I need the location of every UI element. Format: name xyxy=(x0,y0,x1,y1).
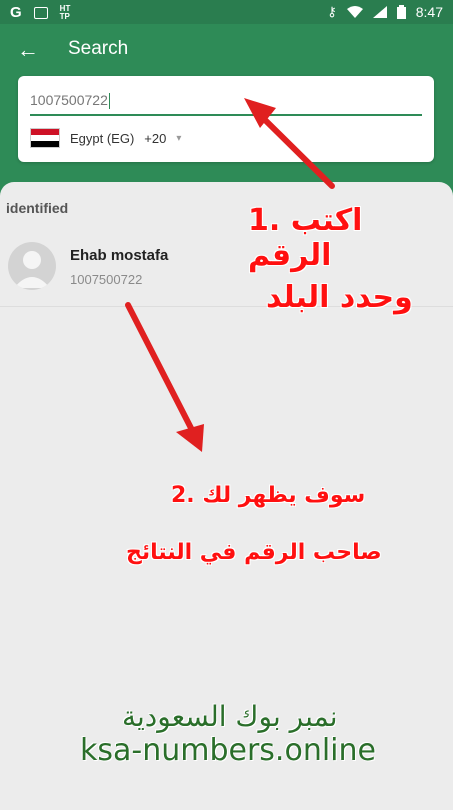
http-icon: HT TP xyxy=(59,3,71,21)
chevron-down-icon: ▾ xyxy=(176,132,182,144)
battery-icon xyxy=(396,5,406,19)
dial-code: +20 xyxy=(144,130,167,146)
country-name: Egypt (EG) xyxy=(70,130,135,146)
page-title: Search xyxy=(68,38,129,59)
text-caret xyxy=(108,93,110,110)
signal-icon xyxy=(372,6,387,18)
search-card: 1007500722 Egypt (EG) +20 ▾ xyxy=(18,76,434,162)
contact-phone: 1007500722 xyxy=(70,272,143,287)
phone-search-value: 1007500722 xyxy=(30,92,108,108)
key-icon: ⚷ xyxy=(327,4,337,19)
back-arrow-icon[interactable]: ← xyxy=(14,36,42,64)
avatar xyxy=(8,242,56,290)
person-icon xyxy=(14,251,50,288)
section-label: identified xyxy=(6,200,69,216)
annotation-step2-line2: صاحب الرقم في النتائج xyxy=(126,540,382,565)
annotation-step1-line2: وحدد البلد xyxy=(266,280,413,315)
watermark-arabic: نمبر بوك السعودية xyxy=(122,700,338,733)
status-bar: G HT TP ⚷ 8:47 xyxy=(0,0,453,24)
phone-search-input[interactable]: 1007500722 xyxy=(30,92,422,116)
country-selector[interactable]: Egypt (EG) +20 ▾ xyxy=(30,128,181,148)
app-bar: ← Search xyxy=(0,24,453,78)
wifi-icon xyxy=(346,6,363,18)
contact-name: Ehab mostafa xyxy=(70,247,169,264)
egypt-flag-icon xyxy=(30,128,60,148)
watermark-url: ksa-numbers.online xyxy=(80,733,376,768)
annotation-step1-line1: 1. اكتب الرقم xyxy=(248,203,363,273)
image-icon xyxy=(33,6,48,19)
annotation-step2-line1: 2. سوف يظهر لك xyxy=(171,483,366,508)
google-icon: G xyxy=(10,4,22,21)
status-time: 8:47 xyxy=(415,4,443,20)
